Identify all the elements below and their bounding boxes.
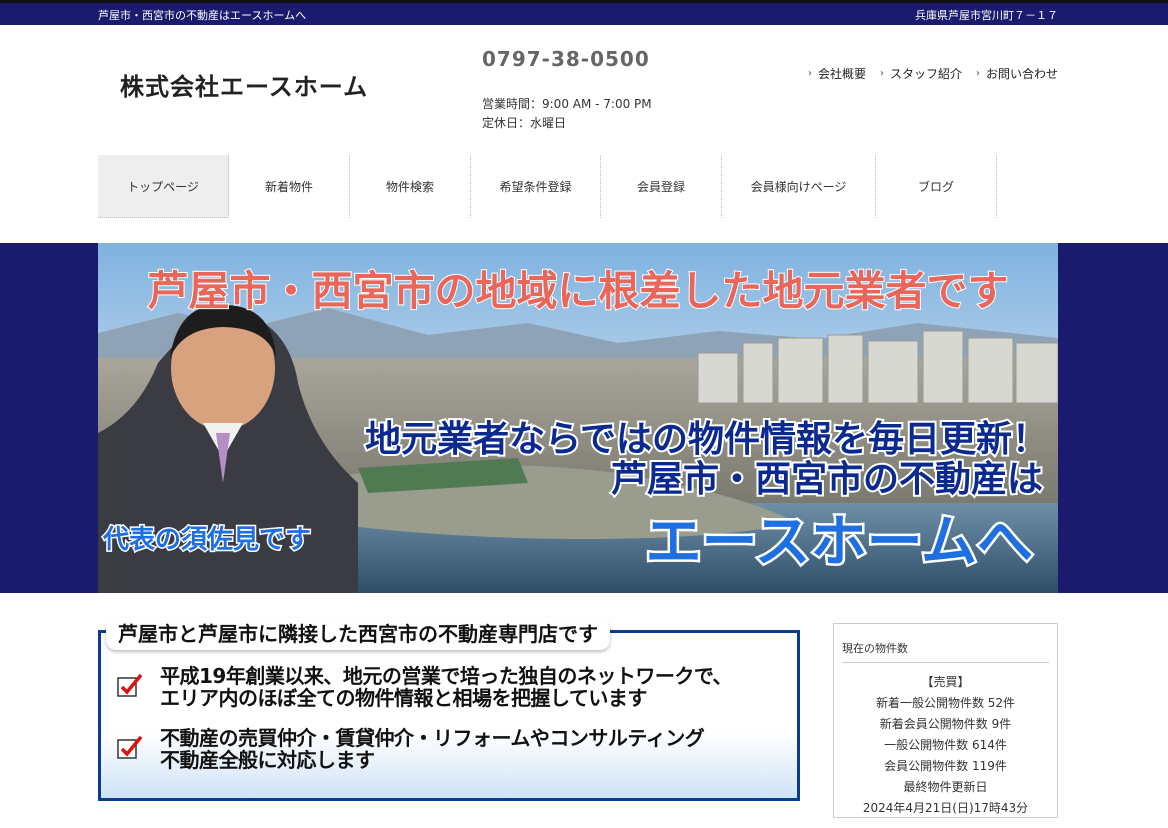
intro-point: 不動産の売買仲介・賃貸仲介・リフォームやコンサルティング 不動産全般に対応します (117, 726, 705, 772)
util-link-company[interactable]: › 会社概要 (808, 65, 866, 82)
intro-point-line: エリア内のほぼ全ての物件情報と相場を把握しています (160, 686, 647, 710)
count-members: 会員公開物件数 119件 (884, 759, 1007, 773)
intro-box: 平成19年創業以来、地元の営業で培った独自のネットワークで、 エリア内のほぼ全て… (98, 630, 800, 801)
divider (842, 662, 1049, 663)
util-link-label: お問い合わせ (985, 67, 1058, 81)
last-update-label: 最終物件更新日 (903, 780, 988, 794)
site-logo[interactable]: 株式会社エースホーム (120, 67, 368, 102)
count-new-public: 新着一般公開物件数 52件 (875, 696, 1016, 710)
opening-hours: 営業時間：9:00 AM - 7:00 PM (482, 97, 652, 111)
nav-item-top[interactable]: トップページ (98, 155, 229, 218)
utility-nav: › 会社概要 › スタッフ紹介 › お問い合わせ (808, 65, 1058, 82)
intro-point-line: 平成19年創業以来、地元の営業で培った独自のネットワークで、 (160, 664, 733, 688)
intro-section: 平成19年創業以来、地元の営業で培った独自のネットワークで、 エリア内のほぼ全て… (98, 618, 800, 801)
chevron-right-icon: › (879, 68, 884, 79)
global-nav: トップページ 新着物件 物件検索 希望条件登録 会員登録 会員様向けページ ブロ… (98, 155, 997, 218)
hero-headline: 芦屋市・西宮市の地域に根差した地元業者です (148, 267, 1009, 315)
checkbox-icon (117, 673, 143, 697)
intro-point-line: 不動産の売買仲介・賃貸仲介・リフォームやコンサルティング (160, 726, 705, 750)
checkbox-icon (117, 735, 143, 759)
top-bar: 芦屋市・西宮市の不動産はエースホームへ 兵庫県芦屋市宮川町７－１７ (0, 0, 1168, 25)
intro-point: 平成19年創業以来、地元の営業で培った独自のネットワークで、 エリア内のほぼ全て… (117, 664, 733, 710)
hero-line2: 芦屋市・西宮市の不動産は (611, 459, 1043, 500)
sales-label: 【売買】 (921, 675, 970, 689)
chevron-right-icon: › (807, 68, 812, 79)
site-header: 株式会社エースホーム 0797-38-0500 営業時間：9:00 AM - 7… (0, 25, 1168, 243)
nav-item-members[interactable]: 会員様向けページ (722, 155, 876, 218)
widget-heading: 現在の物件数 (842, 642, 908, 655)
hero-line3: エースホームへ (645, 510, 1033, 575)
util-link-staff[interactable]: › スタッフ紹介 (880, 65, 962, 82)
count-new-members: 新着会員公開物件数 9件 (879, 717, 1012, 731)
nav-item-blog[interactable]: ブログ (876, 155, 997, 218)
property-count-widget: 現在の物件数 【売買】 新着一般公開物件数 52件 新着会員公開物件数 9件 一… (833, 623, 1058, 818)
last-update-date: 2024年4月21日(日)17時43分 (862, 801, 1029, 815)
nav-item-search[interactable]: 物件検索 (350, 155, 471, 218)
intro-title: 芦屋市と芦屋市に隣接した西宮市の不動産専門店です (106, 618, 610, 650)
intro-point-line: 不動産全般に対応します (160, 748, 375, 772)
hero-caption: 代表の須佐見です (102, 525, 311, 555)
nav-item-register[interactable]: 会員登録 (601, 155, 722, 218)
nav-item-new-listings[interactable]: 新着物件 (229, 155, 350, 218)
closed-day: 定休日：水曜日 (482, 116, 567, 130)
intro-point-text: 平成19年創業以来、地元の営業で培った独自のネットワークで、 エリア内のほぼ全て… (160, 664, 733, 710)
hero-image: 芦屋市・西宮市の地域に根差した地元業者です 地元業者ならではの物件情報を毎日更新… (98, 243, 1058, 593)
count-public: 一般公開物件数 614件 (884, 738, 1007, 752)
hero-line1: 地元業者ならではの物件情報を毎日更新！ (365, 419, 1048, 460)
nav-item-preferences[interactable]: 希望条件登録 (471, 155, 601, 218)
intro-point-text: 不動産の売買仲介・賃貸仲介・リフォームやコンサルティング 不動産全般に対応します (160, 726, 705, 772)
business-hours: 営業時間：9:00 AM - 7:00 PM 定休日：水曜日 (482, 95, 652, 133)
phone-number: 0797-38-0500 (482, 47, 650, 71)
chevron-right-icon: › (975, 68, 980, 79)
util-link-label: スタッフ紹介 (889, 67, 962, 81)
company-address: 兵庫県芦屋市宮川町７－１７ (915, 9, 1058, 22)
util-link-contact[interactable]: › お問い合わせ (976, 65, 1058, 82)
property-count-list: 【売買】 新着一般公開物件数 52件 新着会員公開物件数 9件 一般公開物件数 … (834, 672, 1057, 819)
util-link-label: 会社概要 (817, 67, 866, 81)
hero-banner[interactable]: 芦屋市・西宮市の地域に根差した地元業者です 地元業者ならではの物件情報を毎日更新… (98, 243, 1058, 593)
site-tagline: 芦屋市・西宮市の不動産はエースホームへ (98, 9, 307, 22)
